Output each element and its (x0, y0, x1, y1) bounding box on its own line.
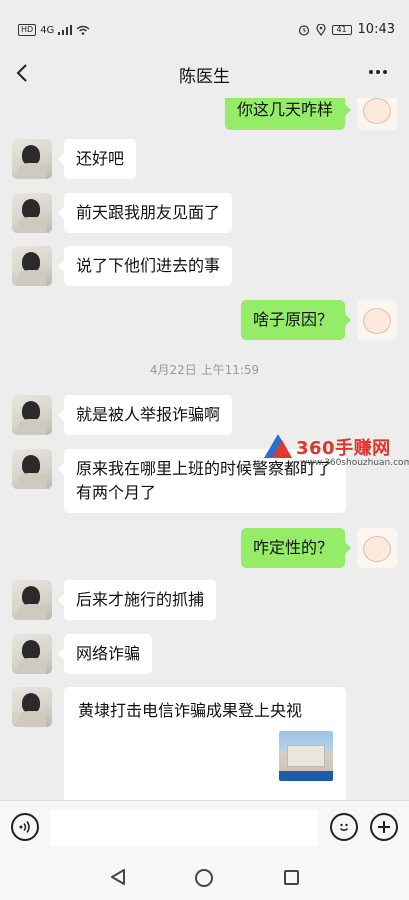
message-row: 就是被人举报诈骗啊 (0, 395, 409, 435)
status-bar: HD 4G 41 10:43 (0, 0, 409, 48)
contact-avatar[interactable] (12, 580, 52, 620)
message-bubble-theirs[interactable]: 就是被人举报诈骗啊 (57, 395, 233, 435)
voice-button[interactable] (11, 813, 39, 841)
input-bar (0, 800, 409, 854)
my-avatar[interactable] (357, 98, 397, 130)
system-navigation-bar (0, 854, 409, 900)
nav-home-icon[interactable] (195, 869, 213, 887)
watermark-url: www.360shouzhuan.com (300, 458, 409, 468)
contact-avatar[interactable] (12, 449, 52, 489)
message-bubble-theirs[interactable]: 前天跟我朋友见面了 (57, 193, 233, 233)
cartoon-face-icon (363, 98, 391, 124)
more-dot (376, 70, 380, 74)
voice-icon (19, 821, 30, 833)
avatar-body (18, 604, 46, 620)
message-bubble-mine[interactable]: 你这几天咋样 (224, 98, 352, 130)
contact-avatar[interactable] (12, 395, 52, 435)
more-dot (383, 70, 387, 74)
avatar-hair (22, 640, 40, 660)
cartoon-face-icon (363, 536, 391, 562)
avatar-body (18, 419, 46, 435)
contact-avatar[interactable] (12, 246, 52, 286)
avatar-body (18, 217, 46, 233)
more-dots-icon (369, 70, 373, 74)
avatar-hair (22, 145, 40, 165)
signal-label: 4G (40, 24, 55, 36)
avatar-hair (22, 586, 40, 606)
hd-badge: HD (18, 24, 37, 36)
message-row: 你这几天咋样 (0, 98, 409, 130)
avatar-body (18, 270, 46, 286)
emoji-button[interactable] (330, 813, 358, 841)
message-bubble-mine[interactable]: 咋定性的？ (240, 528, 352, 568)
message-row: 啥子原因？ (0, 300, 409, 340)
cartoon-face-icon (363, 308, 391, 334)
chat-header: 陈医生 (0, 48, 409, 98)
timestamp-separator: 4月22日 上午11:59 (149, 363, 260, 377)
news-link-card[interactable]: 黄埭打击电信诈骗成果登上央视 (64, 687, 346, 800)
message-bubble-theirs[interactable]: 网络诈骗 (57, 634, 153, 674)
contact-avatar[interactable] (12, 139, 52, 179)
avatar-body (18, 711, 46, 727)
contact-avatar[interactable] (12, 687, 52, 727)
status-right: 41 10:43 (298, 22, 395, 37)
watermark-logo-accent (272, 440, 292, 458)
thumbnail-caption-strip (279, 771, 333, 781)
avatar-hair (22, 401, 40, 421)
avatar-hair (22, 252, 40, 272)
my-avatar[interactable] (357, 300, 397, 340)
status-time: 10:43 (357, 22, 395, 37)
location-icon (315, 23, 326, 36)
avatar-hair (22, 693, 40, 713)
message-bubble-theirs[interactable]: 后来才施行的抓捕 (57, 580, 217, 620)
news-thumbnail (279, 731, 333, 781)
watermark: 360手赚网 www.360shouzhuan.com (258, 434, 409, 474)
message-row: 咋定性的？ (0, 528, 409, 568)
status-left: HD 4G (18, 24, 90, 36)
message-bubble-theirs[interactable]: 还好吧 (57, 139, 137, 179)
message-row: 后来才施行的抓捕 (0, 580, 409, 620)
message-row: 还好吧 (0, 139, 409, 179)
emoji-icon (339, 823, 349, 831)
alarm-icon (298, 24, 309, 36)
nav-recent-apps-icon[interactable] (284, 870, 299, 885)
my-avatar[interactable] (357, 528, 397, 568)
message-row: 前天跟我朋友见面了 (0, 193, 409, 233)
contact-avatar[interactable] (12, 634, 52, 674)
nav-back-icon[interactable] (110, 868, 126, 886)
wifi-icon (76, 25, 90, 35)
message-row: 网络诈骗 (0, 634, 409, 674)
news-title: 黄埭打击电信诈骗成果登上央视 (78, 701, 303, 720)
avatar-body (18, 473, 46, 489)
message-bubble-theirs[interactable]: 说了下他们进去的事 (57, 246, 233, 286)
more-button[interactable] (363, 60, 393, 84)
avatar-body (18, 658, 46, 674)
message-row: 说了下他们进去的事 (0, 246, 409, 286)
message-bubble-mine[interactable]: 啥子原因？ (240, 300, 352, 340)
plus-icon (378, 821, 390, 833)
plus-button[interactable] (370, 813, 398, 841)
avatar-hair (22, 199, 40, 219)
battery-icon: 41 (331, 24, 352, 35)
building-image (287, 745, 325, 767)
contact-avatar[interactable] (12, 193, 52, 233)
avatar-hair (22, 455, 40, 475)
avatar-body (18, 163, 46, 179)
signal-icon (58, 25, 73, 35)
message-row: 黄埭打击电信诈骗成果登上央视 (0, 687, 409, 800)
message-input[interactable] (50, 809, 318, 847)
watermark-title: 360手赚网 (296, 438, 391, 459)
chat-title: 陈医生 (179, 67, 230, 87)
